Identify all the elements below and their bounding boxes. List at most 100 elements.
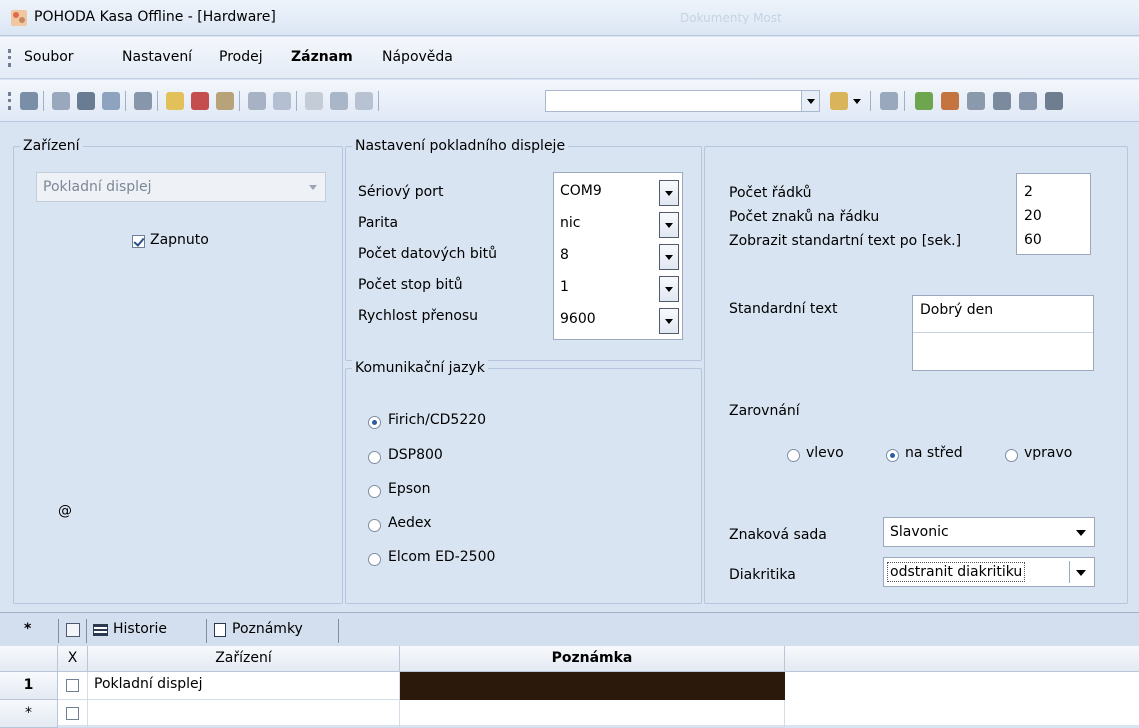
chevron-down-icon[interactable]	[1076, 570, 1086, 576]
tree-icon[interactable]	[967, 92, 985, 110]
align-radio-right[interactable]	[1005, 449, 1018, 462]
menu-nastaveni[interactable]: Nastavení	[122, 49, 192, 65]
charset-label: Znaková sada	[729, 527, 827, 543]
chevron-down-icon[interactable]	[801, 91, 819, 111]
align-label-left: vlevo	[806, 445, 844, 461]
menu-napoveda[interactable]: Nápověda	[382, 49, 453, 65]
grid-new-cell-device[interactable]	[88, 700, 400, 728]
grid-new-cell-note[interactable]	[400, 700, 785, 728]
toolbar-separator	[296, 91, 297, 111]
diacritics-value: odstranit diakritiku	[887, 562, 1026, 582]
grid-cell-device[interactable]: Pokladní displej	[88, 672, 400, 700]
tab-notes[interactable]: Poznámky	[232, 621, 303, 637]
exit-icon[interactable]	[20, 92, 38, 110]
save-icon[interactable]	[134, 92, 152, 110]
chevron-down-icon[interactable]	[659, 308, 679, 334]
grid-new-row-marker[interactable]: *	[0, 700, 58, 728]
copy-icon[interactable]	[52, 92, 70, 110]
serial-port-value[interactable]: COM9	[560, 183, 602, 199]
filter-icon[interactable]	[330, 92, 348, 110]
charset-select[interactable]: Slavonic	[883, 517, 1095, 547]
tab-separator	[86, 619, 87, 643]
rows-count-value[interactable]: 2	[1024, 184, 1033, 200]
lang-radio-epson[interactable]	[368, 485, 381, 498]
app-icon	[11, 10, 27, 26]
chevron-down-icon[interactable]	[1076, 530, 1086, 536]
parity-value[interactable]: nic	[560, 215, 580, 231]
toolbar-separator	[157, 91, 158, 111]
toolbar-separator	[239, 91, 240, 111]
tag-icon[interactable]	[915, 92, 933, 110]
std-text-line1: Dobrý den	[920, 302, 994, 318]
align-radio-center[interactable]	[886, 449, 899, 462]
print-preview-icon[interactable]	[102, 92, 120, 110]
lang-radio-firich[interactable]	[368, 416, 381, 429]
enabled-checkbox[interactable]	[132, 235, 145, 248]
lang-radio-dsp800[interactable]	[368, 451, 381, 464]
grid-header-x[interactable]: X	[58, 646, 88, 672]
lang-radio-aedex[interactable]	[368, 519, 381, 532]
grid-cell-note[interactable]	[400, 672, 785, 700]
baud-rate-value[interactable]: 9600	[560, 311, 596, 327]
chevron-down-icon[interactable]	[852, 92, 862, 110]
gear-icon[interactable]	[941, 92, 959, 110]
chevron-down-icon[interactable]	[659, 244, 679, 270]
toolbar-separator	[378, 91, 379, 111]
menu-zaznam[interactable]: Záznam	[291, 49, 353, 65]
at-symbol: @	[58, 503, 72, 519]
user-icon[interactable]	[993, 92, 1011, 110]
chevron-down-icon[interactable]	[309, 185, 317, 190]
edit-record-icon[interactable]	[216, 92, 234, 110]
menu-prodej[interactable]: Prodej	[219, 49, 263, 65]
std-text-divider	[913, 332, 1093, 333]
grid-header-device[interactable]: Zařízení	[88, 646, 400, 672]
toolbar-separator	[904, 91, 905, 111]
new-record-icon[interactable]	[166, 92, 184, 110]
users-icon[interactable]	[1019, 92, 1037, 110]
help-icon[interactable]	[880, 92, 898, 110]
rows-count-label: Počet řádků	[729, 185, 812, 201]
tab-new[interactable]: *	[24, 621, 31, 637]
new-row-checkbox[interactable]	[66, 707, 79, 720]
enabled-label: Zapnuto	[150, 232, 209, 248]
align-radio-left[interactable]	[787, 449, 800, 462]
lang-label-dsp800: DSP800	[388, 447, 443, 463]
percent-icon[interactable]	[305, 92, 323, 110]
alignment-label: Zarovnání	[729, 403, 800, 419]
toolbar	[0, 80, 1139, 122]
chars-per-row-label: Počet znaků na řádku	[729, 209, 880, 225]
chevron-down-icon[interactable]	[659, 212, 679, 238]
filter-icon[interactable]	[66, 623, 80, 637]
language-group: Komunikační jazyk Firich/CD5220 DSP800 E…	[345, 360, 702, 604]
chars-per-row-value[interactable]: 20	[1024, 208, 1042, 224]
tab-history[interactable]: Historie	[113, 621, 167, 637]
charset-value: Slavonic	[890, 524, 949, 540]
show-text-after-value[interactable]: 60	[1024, 232, 1042, 248]
search-icon[interactable]	[355, 92, 373, 110]
device-select[interactable]: Pokladní displej	[36, 172, 326, 202]
right-settings-group: Počet řádků Počet znaků na řádku Zobrazi…	[704, 146, 1128, 604]
diacritics-select[interactable]: odstranit diakritiku	[883, 557, 1095, 587]
toolbar-combo[interactable]	[545, 90, 820, 112]
diacritics-label: Diakritika	[729, 567, 796, 583]
window-title-faded: Dokumenty Most	[680, 11, 782, 25]
row-checkbox[interactable]	[66, 679, 79, 692]
grid-row-number[interactable]: 1	[0, 672, 58, 700]
shortcut-icon[interactable]	[1045, 92, 1063, 110]
chevron-down-icon[interactable]	[659, 276, 679, 302]
print-icon[interactable]	[77, 92, 95, 110]
stop-bits-value[interactable]: 1	[560, 279, 569, 295]
toolbar-grip	[8, 92, 11, 110]
chevron-down-icon[interactable]	[659, 180, 679, 206]
std-text-field[interactable]: Dobrý den	[912, 295, 1094, 371]
data-bits-value[interactable]: 8	[560, 247, 569, 263]
align-label-center: na střed	[905, 445, 963, 461]
grid-header-empty	[785, 646, 1139, 672]
lang-radio-elcom[interactable]	[368, 553, 381, 566]
calculator-icon[interactable]	[248, 92, 266, 110]
list-icon[interactable]	[273, 92, 291, 110]
folder-icon[interactable]	[830, 92, 848, 110]
grid-header-note[interactable]: Poznámka	[400, 646, 785, 672]
menu-soubor[interactable]: Soubor	[24, 49, 74, 65]
delete-record-icon[interactable]	[191, 92, 209, 110]
